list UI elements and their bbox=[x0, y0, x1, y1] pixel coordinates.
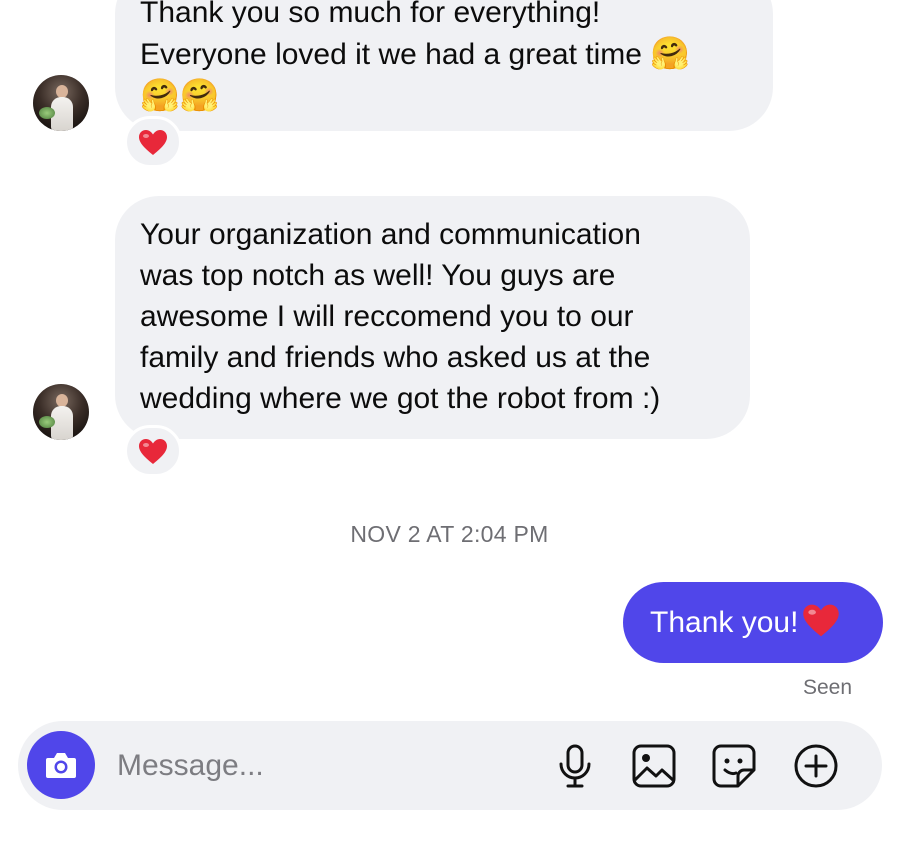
received-message-bubble[interactable]: Your organization and communication was … bbox=[115, 196, 750, 439]
message-input[interactable] bbox=[115, 743, 539, 789]
add-icon bbox=[794, 744, 838, 788]
message-line: wedding where we got the robot from :) bbox=[140, 382, 661, 415]
sent-message-bubble[interactable]: Thank you! bbox=[623, 582, 883, 663]
heart-reaction[interactable] bbox=[124, 425, 182, 477]
hugging-face-emoji-line: 🤗🤗 bbox=[140, 76, 220, 114]
avatar-bouquet bbox=[39, 416, 55, 428]
contact-avatar[interactable] bbox=[33, 384, 89, 440]
microphone-icon bbox=[559, 744, 591, 788]
heart-icon bbox=[139, 438, 167, 464]
heart-icon bbox=[803, 604, 840, 637]
hugging-face-emoji: 🤗 bbox=[650, 34, 691, 72]
camera-icon bbox=[46, 753, 76, 778]
seen-status: Seen bbox=[803, 676, 853, 699]
message-composer bbox=[18, 721, 882, 810]
gallery-button[interactable] bbox=[631, 743, 677, 789]
message-line: Thank you so much for everything! bbox=[140, 0, 601, 29]
message-line: family and friends who asked us at the bbox=[140, 341, 651, 374]
received-message-bubble[interactable]: Thank you so much for everything! Everyo… bbox=[115, 0, 773, 131]
message-line: was top notch as well! You guys are bbox=[140, 259, 616, 292]
message-line: Everyone loved it we had a great time 🤗 bbox=[140, 34, 691, 72]
add-button[interactable] bbox=[793, 743, 839, 789]
message-line: awesome I will reccomend you to our bbox=[140, 300, 634, 333]
heart-icon bbox=[139, 129, 167, 155]
avatar-bouquet bbox=[39, 107, 55, 119]
sticker-icon bbox=[712, 744, 756, 788]
microphone-button[interactable] bbox=[552, 743, 598, 789]
sticker-button[interactable] bbox=[711, 743, 757, 789]
heart-reaction[interactable] bbox=[124, 116, 182, 168]
contact-avatar[interactable] bbox=[33, 75, 89, 131]
gallery-icon bbox=[632, 744, 676, 788]
message-timestamp: NOV 2 AT 2:04 PM bbox=[350, 521, 549, 547]
message-line: Your organization and communication bbox=[140, 218, 641, 251]
sent-message-text: Thank you! bbox=[650, 605, 799, 639]
camera-button[interactable] bbox=[27, 731, 95, 799]
